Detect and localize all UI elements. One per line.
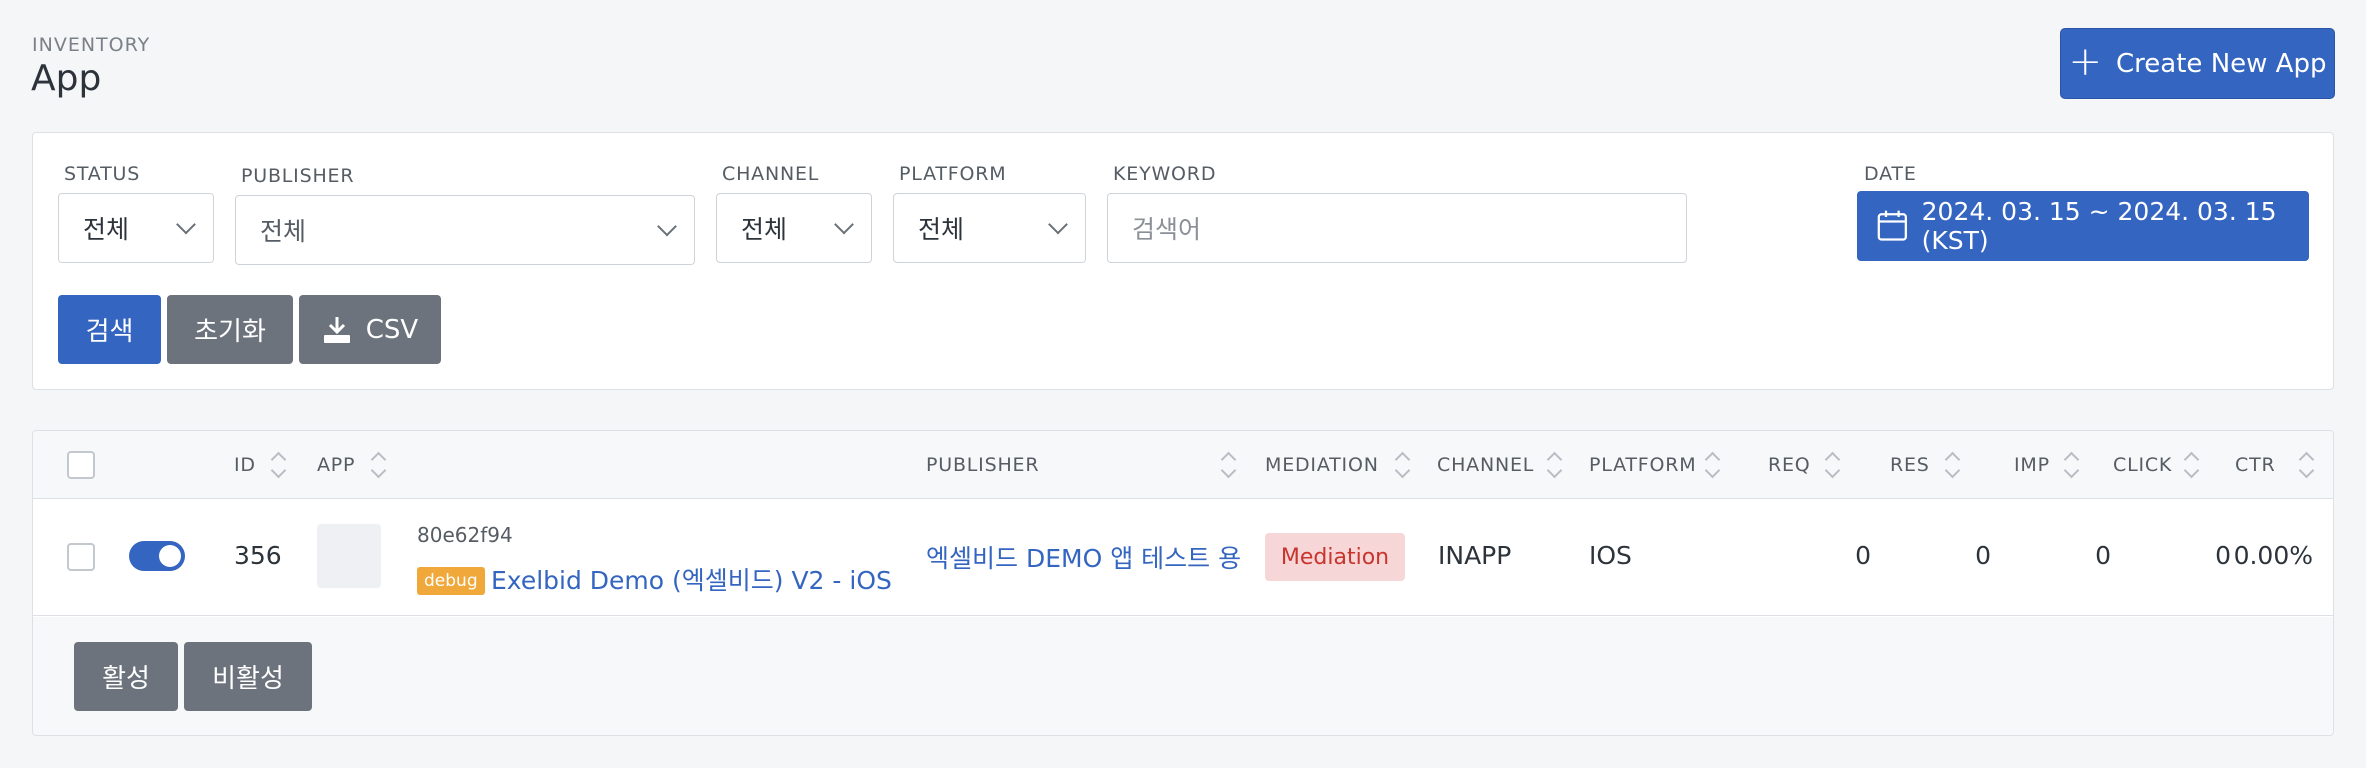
column-app-label: APP bbox=[317, 454, 356, 476]
app-table: ID APP PUBLISHER MEDIATION CHANNEL PLATF… bbox=[32, 430, 2334, 736]
keyword-input[interactable]: 검색어 bbox=[1107, 193, 1687, 263]
column-imp-label: IMP bbox=[2014, 454, 2050, 476]
sort-icon[interactable] bbox=[271, 451, 285, 479]
breadcrumb: INVENTORY bbox=[32, 34, 151, 56]
calendar-icon bbox=[1877, 210, 1907, 241]
column-req-label: REQ bbox=[1768, 454, 1811, 476]
column-app[interactable]: APP bbox=[317, 431, 355, 499]
toggle-knob bbox=[159, 545, 181, 567]
sort-icon[interactable] bbox=[1705, 451, 1719, 479]
keyword-placeholder: 검색어 bbox=[1132, 215, 1202, 244]
create-new-app-label: Create New App bbox=[2116, 48, 2327, 79]
row-checkbox[interactable] bbox=[67, 543, 95, 571]
chevron-down-icon bbox=[657, 216, 677, 237]
channel-label: CHANNEL bbox=[722, 163, 820, 185]
table-footer: 활성 비활성 bbox=[33, 617, 2333, 735]
column-id[interactable]: ID bbox=[234, 431, 256, 499]
sort-icon[interactable] bbox=[2064, 451, 2078, 479]
chevron-down-icon bbox=[176, 214, 196, 235]
platform-select-value: 전체 bbox=[918, 215, 965, 244]
row-req: 0 bbox=[1855, 541, 1871, 570]
column-mediation-label: MEDIATION bbox=[1265, 454, 1379, 476]
column-platform-label: PLATFORM bbox=[1589, 454, 1697, 476]
status-label: STATUS bbox=[64, 163, 141, 185]
search-button[interactable]: 검색 bbox=[58, 295, 161, 364]
csv-download-button[interactable]: CSV bbox=[299, 295, 441, 364]
date-range-button[interactable]: 2024. 03. 15 ~ 2024. 03. 15 (KST) bbox=[1857, 191, 2309, 261]
select-all-checkbox[interactable] bbox=[67, 451, 95, 479]
sort-icon[interactable] bbox=[1395, 451, 1409, 479]
date-label: DATE bbox=[1864, 163, 1917, 185]
download-icon bbox=[323, 316, 350, 343]
sort-icon[interactable] bbox=[1547, 451, 1561, 479]
row-imp: 0 bbox=[2095, 541, 2111, 570]
row-channel: INAPP bbox=[1438, 541, 1512, 570]
publisher-label: PUBLISHER bbox=[241, 165, 355, 187]
publisher-link[interactable]: 엑셀비드 DEMO 앱 테스트 용 bbox=[926, 539, 1241, 575]
sort-icon[interactable] bbox=[1945, 451, 1959, 479]
filter-panel: STATUS 전체 PUBLISHER 전체 CHANNEL 전체 PLATFO… bbox=[32, 132, 2334, 390]
column-id-label: ID bbox=[234, 454, 256, 476]
column-ctr-label: CTR bbox=[2235, 454, 2276, 476]
sort-icon[interactable] bbox=[2299, 451, 2313, 479]
mediation-badge: Mediation bbox=[1265, 533, 1405, 581]
column-platform[interactable]: PLATFORM bbox=[1589, 431, 1697, 499]
page-title: App bbox=[31, 58, 102, 99]
publisher-select-value: 전체 bbox=[260, 217, 307, 246]
date-range-value: 2024. 03. 15 ~ 2024. 03. 15 (KST) bbox=[1921, 197, 2277, 255]
status-select-value: 전체 bbox=[83, 215, 130, 244]
row-ctr: 0.00% bbox=[2233, 541, 2313, 570]
column-publisher[interactable]: PUBLISHER bbox=[926, 431, 1039, 499]
column-channel[interactable]: CHANNEL bbox=[1437, 431, 1534, 499]
sort-icon[interactable] bbox=[371, 451, 385, 479]
row-id: 356 bbox=[234, 541, 282, 570]
plus-icon: + bbox=[2068, 38, 2103, 85]
activate-button[interactable]: 활성 bbox=[74, 642, 178, 711]
column-mediation[interactable]: MEDIATION bbox=[1265, 431, 1379, 499]
app-name-link[interactable]: Exelbid Demo (엑셀비드) V2 - iOS bbox=[491, 561, 892, 597]
csv-label: CSV bbox=[365, 314, 419, 345]
reset-button[interactable]: 초기화 bbox=[167, 295, 293, 364]
sort-icon[interactable] bbox=[2184, 451, 2198, 479]
column-click-label: CLICK bbox=[2113, 454, 2173, 476]
app-inventory-page: INVENTORY App + Create New App STATUS 전체… bbox=[0, 0, 2366, 768]
column-res[interactable]: RES bbox=[1890, 431, 1930, 499]
chevron-down-icon bbox=[834, 214, 854, 235]
deactivate-button[interactable]: 비활성 bbox=[184, 642, 312, 711]
app-hash: 80e62f94 bbox=[417, 523, 513, 547]
channel-select[interactable]: 전체 bbox=[716, 193, 872, 263]
column-channel-label: CHANNEL bbox=[1437, 454, 1535, 476]
channel-select-value: 전체 bbox=[741, 215, 788, 244]
status-select[interactable]: 전체 bbox=[58, 193, 214, 263]
row-platform: IOS bbox=[1589, 541, 1632, 570]
app-thumbnail bbox=[317, 524, 381, 588]
platform-select[interactable]: 전체 bbox=[893, 193, 1086, 263]
publisher-select[interactable]: 전체 bbox=[235, 195, 695, 265]
debug-badge: debug bbox=[417, 567, 485, 595]
column-click[interactable]: CLICK bbox=[2113, 431, 2172, 499]
table-header: ID APP PUBLISHER MEDIATION CHANNEL PLATF… bbox=[33, 431, 2333, 499]
sort-icon[interactable] bbox=[1825, 451, 1839, 479]
table-row: 356 80e62f94 debug Exelbid Demo (엑셀비드) V… bbox=[33, 499, 2333, 616]
row-res: 0 bbox=[1975, 541, 1991, 570]
column-res-label: RES bbox=[1890, 454, 1930, 476]
keyword-label: KEYWORD bbox=[1113, 163, 1217, 185]
column-req[interactable]: REQ bbox=[1768, 431, 1811, 499]
column-imp[interactable]: IMP bbox=[2014, 431, 2050, 499]
column-publisher-label: PUBLISHER bbox=[926, 454, 1040, 476]
chevron-down-icon bbox=[1048, 214, 1068, 235]
column-ctr[interactable]: CTR bbox=[2235, 431, 2275, 499]
sort-icon[interactable] bbox=[1221, 451, 1235, 479]
platform-label: PLATFORM bbox=[899, 163, 1007, 185]
row-enabled-toggle[interactable] bbox=[129, 541, 185, 571]
create-new-app-button[interactable]: + Create New App bbox=[2060, 28, 2335, 99]
